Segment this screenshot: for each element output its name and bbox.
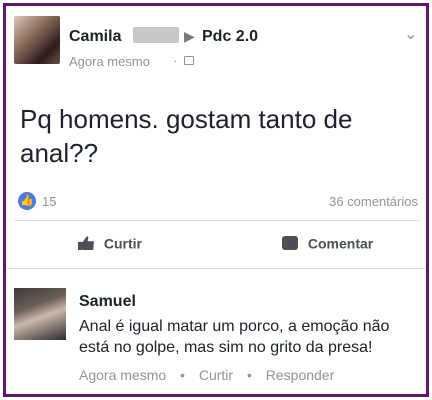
group-name[interactable]: Pdc 2.0	[202, 28, 258, 46]
comment-reply-link[interactable]: Responder	[266, 367, 335, 383]
chevron-down-icon[interactable]: ⌄	[404, 24, 417, 44]
thumbs-up-icon	[78, 236, 94, 251]
separator-dot: •	[180, 367, 185, 383]
redacted-name-block	[133, 27, 179, 43]
comment: Samuel Anal é igual matar um porco, a em…	[6, 271, 426, 394]
comment-author-avatar[interactable]	[14, 288, 66, 340]
like-reaction-icon[interactable]: 👍	[18, 192, 36, 210]
reaction-count[interactable]: 15	[42, 194, 56, 209]
comment-button-label: Comentar	[307, 235, 374, 252]
comment-timestamp[interactable]: Agora mesmo	[79, 367, 166, 383]
post-timestamp[interactable]: Agora mesmo	[69, 54, 150, 69]
post-author-name[interactable]: Camila	[69, 28, 121, 46]
separator-dot: •	[246, 367, 252, 383]
arrow-right-icon: ▶	[184, 28, 195, 44]
group-icon	[184, 56, 194, 65]
divider	[14, 220, 420, 221]
comment-meta: Agora mesmo • Curtir • Responder	[79, 367, 344, 383]
divider	[6, 268, 426, 269]
comments-count[interactable]: 36 comentários	[329, 194, 418, 209]
post-text: Pq homens. gostam tanto de anal??	[20, 104, 353, 168]
author-avatar[interactable]	[14, 16, 60, 64]
separator-dot: ·	[173, 53, 178, 68]
like-button[interactable]: Curtir	[78, 234, 142, 256]
comment-like-link[interactable]: Curtir	[199, 367, 233, 383]
comment-button[interactable]: Comentar	[282, 234, 373, 256]
comment-text: Anal é igual matar um porco, a emoção nã…	[79, 318, 390, 356]
like-button-label: Curtir	[103, 235, 143, 252]
post-card: Camila ▶ Pdc 2.0 Agora mesmo · ⌄ Pq home…	[3, 3, 429, 397]
comment-author-name[interactable]: Samuel	[79, 293, 136, 311]
speech-bubble-icon	[282, 236, 298, 251]
